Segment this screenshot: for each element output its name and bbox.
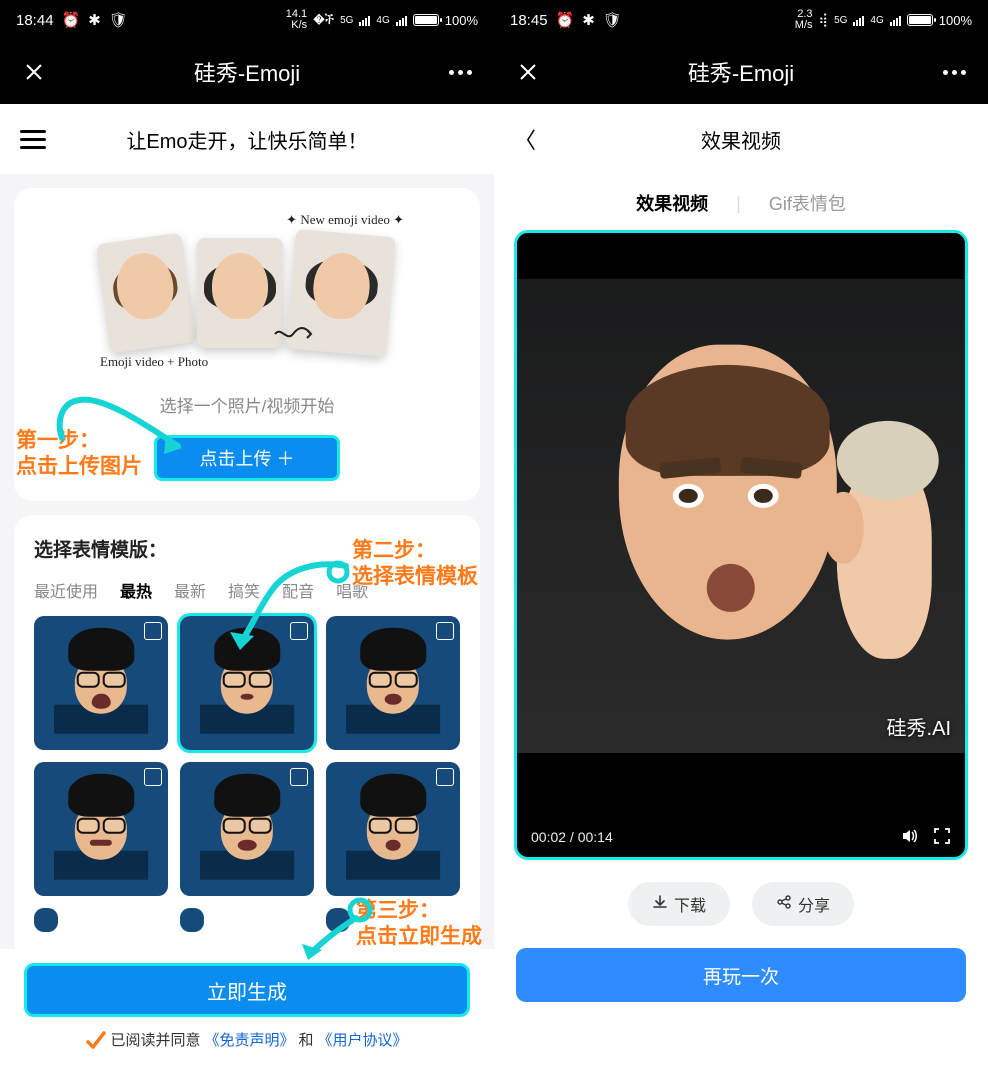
wifi-icon: ⢾ [819, 12, 829, 28]
template-item[interactable] [180, 908, 204, 932]
download-icon [652, 894, 668, 915]
menu-icon[interactable] [20, 130, 46, 149]
disclaimer-link[interactable]: 《免责声明》 [204, 1029, 294, 1050]
tos-link[interactable]: 《用户协议》 [318, 1029, 408, 1050]
generate-button[interactable]: 立即生成 [24, 963, 470, 1017]
volume-icon[interactable] [901, 827, 919, 848]
sub-header: 让Emo走开，让快乐简单！ [0, 104, 494, 174]
battery-icon [907, 14, 933, 26]
status-time: 18:44 [16, 12, 54, 29]
bluetooth-icon: ✱ [582, 11, 595, 29]
annotation-step2: 第二步：选择表情模板 [352, 538, 478, 591]
status-time: 18:45 [510, 12, 548, 29]
video-player[interactable]: 硅秀.AI 00:02 / 00:14 [514, 230, 968, 860]
net-speed: 14.1 K/s [286, 9, 307, 31]
expand-icon[interactable] [144, 768, 162, 786]
left-pane: 18:44 ⏰ ✱ 🛡 14.1 K/s �ች 5G 4G 100% 硅秀-Em… [0, 0, 494, 1072]
more-icon[interactable] [938, 56, 970, 88]
agree-prefix: 已阅读并同意 [110, 1029, 200, 1050]
expand-icon[interactable] [290, 622, 308, 640]
video-controls: 00:02 / 00:14 [517, 817, 965, 857]
play-again-button[interactable]: 再玩一次 [516, 948, 966, 1002]
tagline: 让Emo走开，让快乐简单！ [46, 125, 448, 154]
fullscreen-icon[interactable] [933, 827, 951, 848]
agree-mid: 和 [299, 1029, 314, 1050]
upload-button[interactable]: 点击上传 ＋ [154, 435, 340, 481]
signal-2-icon [890, 14, 901, 26]
template-item[interactable] [34, 908, 58, 932]
title-bar: 硅秀-Emoji [494, 40, 988, 104]
alarm-icon: ⏰ [62, 11, 81, 29]
alarm-icon: ⏰ [556, 11, 575, 29]
template-item[interactable] [326, 762, 460, 896]
status-bar: 18:45 ⏰ ✱ 🛡 2.3 M/s ⢾ 5G 4G 100% [494, 0, 988, 40]
template-item[interactable] [34, 616, 168, 750]
result-area: 效果视频 | Gif表情包 硅秀.AI 00:02 / 00:14 [494, 174, 988, 1072]
app-title: 硅秀-Emoji [544, 56, 938, 88]
tab-hot[interactable]: 最热 [120, 578, 152, 602]
tab-dub[interactable]: 配音 [282, 578, 314, 602]
page-title: 效果视频 [540, 125, 942, 154]
video-time: 00:02 / 00:14 [531, 829, 613, 845]
back-icon[interactable]: 〈 [514, 123, 540, 155]
dnd-icon: 🛡 [109, 11, 128, 29]
battery-pct: 100% [939, 13, 972, 28]
annotation-step3: 第三步：点击立即生成 [356, 898, 482, 951]
expand-icon[interactable] [290, 768, 308, 786]
download-button[interactable]: 下载 [628, 882, 730, 926]
video-still [517, 279, 965, 753]
bluetooth-icon: ✱ [88, 11, 101, 29]
template-grid [34, 616, 460, 932]
video-canvas[interactable]: 硅秀.AI [517, 233, 965, 817]
share-icon [776, 894, 792, 915]
net-speed: 2.3 M/s [795, 9, 813, 31]
expand-icon[interactable] [436, 622, 454, 640]
agree-row: 已阅读并同意 《免责声明》 和 《用户协议》 [24, 1029, 470, 1050]
sample-photo-2 [197, 238, 283, 348]
tab-new[interactable]: 最新 [174, 578, 206, 602]
sig-5g: 5G [340, 15, 353, 26]
template-item-selected[interactable] [180, 616, 314, 750]
more-icon[interactable] [444, 56, 476, 88]
app-title: 硅秀-Emoji [50, 56, 444, 88]
status-bar: 18:44 ⏰ ✱ 🛡 14.1 K/s �ች 5G 4G 100% [0, 0, 494, 40]
hero-label-top: ✦ New emoji video ✦ [286, 212, 404, 228]
dnd-icon: 🛡 [603, 11, 622, 29]
signal-1-icon [853, 14, 864, 26]
sig-4g: 4G [376, 15, 389, 26]
tab-funny[interactable]: 搞笑 [228, 578, 260, 602]
bottom-bar: 立即生成 已阅读并同意 《免责声明》 和 《用户协议》 [0, 949, 494, 1072]
template-item[interactable] [180, 762, 314, 896]
hero-illustration: ✦ New emoji video ✦ Emoji video + Photo [34, 208, 460, 378]
template-item[interactable] [326, 616, 460, 750]
watermark: 硅秀.AI [887, 712, 951, 741]
hero-label-bottom: Emoji video + Photo [100, 354, 208, 370]
template-item[interactable] [326, 908, 350, 932]
sample-photo-1 [96, 233, 196, 354]
sub-header: 〈 效果视频 [494, 104, 988, 174]
tab-video[interactable]: 效果视频 [636, 190, 708, 216]
title-bar: 硅秀-Emoji [0, 40, 494, 104]
expand-icon[interactable] [144, 622, 162, 640]
battery-icon [413, 14, 439, 26]
close-icon[interactable] [512, 56, 544, 88]
close-icon[interactable] [18, 56, 50, 88]
action-row: 下载 分享 [494, 882, 988, 926]
expand-icon[interactable] [436, 768, 454, 786]
signal-1-icon [359, 14, 370, 26]
tab-gif[interactable]: Gif表情包 [769, 190, 846, 216]
annotation-step1: 第一步：点击上传图片 [16, 428, 142, 481]
result-tabs: 效果视频 | Gif表情包 [494, 190, 988, 216]
tab-recent[interactable]: 最近使用 [34, 578, 98, 602]
right-pane: 18:45 ⏰ ✱ 🛡 2.3 M/s ⢾ 5G 4G 100% 硅秀-Emoj… [494, 0, 988, 1072]
battery-pct: 100% [445, 13, 478, 28]
share-button[interactable]: 分享 [752, 882, 854, 926]
select-hint: 选择一个照片/视频开始 [34, 392, 460, 417]
agree-check-icon[interactable] [86, 1030, 106, 1050]
template-item[interactable] [34, 762, 168, 896]
wifi-icon: �ች [313, 12, 334, 28]
signal-2-icon [396, 14, 407, 26]
